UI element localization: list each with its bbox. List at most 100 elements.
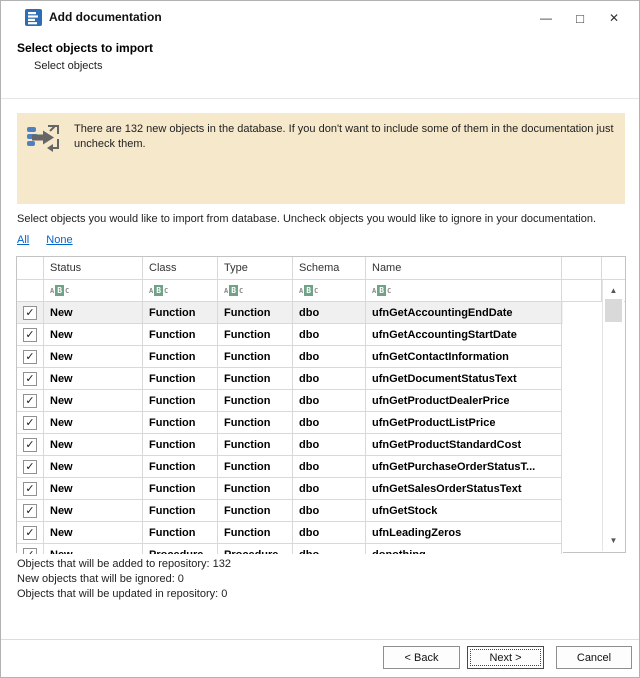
table-header-row: Status Class Type Schema Name (17, 257, 625, 280)
select-all-link[interactable]: All (17, 234, 29, 246)
row-type: Function (218, 302, 293, 324)
row-checkbox-cell: ✓ (17, 500, 44, 522)
next-button[interactable]: Next > (467, 646, 544, 669)
summary-ignored: New objects that will be ignored: 0 (17, 573, 184, 585)
row-type: Function (218, 522, 293, 544)
row-checkbox[interactable]: ✓ (23, 305, 37, 320)
row-checkbox-cell: ✓ (17, 456, 44, 478)
row-schema: dbo (293, 456, 366, 478)
table-row[interactable]: ✓ New Function Function dbo ufnGetProductDeal… (17, 390, 563, 412)
row-checkbox[interactable]: ✓ (23, 437, 37, 452)
row-class: Function (143, 500, 218, 522)
table-filter-row: ABC ABC ABC ABC ABC (17, 280, 625, 302)
table-row[interactable]: ✓ New Function Function dbo ufnGetAccountingS… (17, 324, 563, 346)
filter-schema[interactable]: ABC (293, 280, 366, 302)
row-checkbox[interactable]: ✓ (23, 503, 37, 518)
row-type: Function (218, 478, 293, 500)
close-button-icon[interactable]: ✕ (597, 7, 631, 29)
row-type: Procedure (218, 544, 293, 554)
row-name: ufnGetStock (366, 500, 562, 522)
filter-status[interactable]: ABC (44, 280, 143, 302)
row-name: ufnGetPurchaseOrderStatusT... (366, 456, 562, 478)
row-checkbox[interactable]: ✓ (23, 349, 37, 364)
row-class: Function (143, 456, 218, 478)
table-row[interactable]: ✓ New Function Function dbo ufnLeadingZeros (17, 522, 563, 544)
table-row[interactable]: ✓ New Function Function dbo ufnGetProductList… (17, 412, 563, 434)
row-checkbox[interactable]: ✓ (23, 415, 37, 430)
summary-block: Objects that will be added to repository… (17, 557, 231, 602)
row-name: ufnGetAccountingStartDate (366, 324, 562, 346)
row-checkbox[interactable]: ✓ (23, 393, 37, 408)
table-row[interactable]: ✓ New Function Function dbo ufnGetContactInfo… (17, 346, 563, 368)
column-header-name[interactable]: Name (366, 257, 562, 280)
row-checkbox-cell: ✓ (17, 522, 44, 544)
row-schema: dbo (293, 412, 366, 434)
table-row[interactable]: ✓NewProcedureProceduredbodonothing (17, 544, 563, 554)
row-type: Function (218, 390, 293, 412)
row-checkbox[interactable]: ✓ (23, 371, 37, 386)
row-schema: dbo (293, 500, 366, 522)
row-checkbox[interactable]: ✓ (23, 481, 37, 496)
scroll-up-icon[interactable]: ▲ (603, 286, 624, 295)
row-name: ufnGetContactInformation (366, 346, 562, 368)
info-banner: There are 132 new objects in the databas… (17, 113, 625, 204)
column-header-class[interactable]: Class (143, 257, 218, 280)
summary-updated: Objects that will be updated in reposito… (17, 588, 228, 600)
row-checkbox[interactable]: ✓ (23, 327, 37, 342)
row-type: Function (218, 368, 293, 390)
objects-table: Status Class Type Schema Name ABC ABC AB… (16, 256, 626, 554)
row-schema: dbo (293, 390, 366, 412)
column-header-filler (562, 257, 602, 280)
row-status: New (44, 368, 143, 390)
row-schema: dbo (293, 324, 366, 346)
header-checkbox-column[interactable] (17, 257, 44, 280)
row-type: Function (218, 346, 293, 368)
row-checkbox[interactable]: ✓ (23, 459, 37, 474)
row-type: Function (218, 324, 293, 346)
filter-class[interactable]: ABC (143, 280, 218, 302)
row-class: Procedure (143, 544, 218, 554)
filter-name[interactable]: ABC (366, 280, 562, 302)
column-header-schema[interactable]: Schema (293, 257, 366, 280)
abc-filter-icon: ABC (50, 285, 70, 296)
table-row[interactable]: ✓ New Function Function dbo ufnGetProductStan… (17, 434, 563, 456)
row-name: ufnGetProductListPrice (366, 412, 562, 434)
vertical-scrollbar[interactable]: ▲ ▼ (602, 280, 624, 551)
row-class: Function (143, 478, 218, 500)
summary-added: Objects that will be added to repository… (17, 558, 232, 570)
filter-type[interactable]: ABC (218, 280, 293, 302)
add-documentation-dialog: Add documentation — □ ✕ Select objects t… (0, 0, 640, 678)
abc-filter-icon: ABC (224, 285, 244, 296)
back-button[interactable]: < Back (383, 646, 460, 669)
row-class: Function (143, 434, 218, 456)
scroll-down-icon[interactable]: ▼ (603, 536, 624, 545)
table-row[interactable]: ✓ New Function Function dbo ufnGetStock (17, 500, 563, 522)
column-header-status[interactable]: Status (44, 257, 143, 280)
column-header-corner (602, 257, 625, 280)
minimize-button-icon[interactable]: — (529, 7, 563, 29)
page-subtitle: Select objects (34, 60, 103, 72)
scrollbar-thumb[interactable] (605, 299, 622, 322)
column-header-type[interactable]: Type (218, 257, 293, 280)
row-name: donothing (366, 544, 562, 554)
table-row[interactable]: ✓ New Function Function dbo ufnGetSalesOrderS… (17, 478, 563, 500)
table-row[interactable]: ✓ New Function Function dbo ufnGetDocumentSta… (17, 368, 563, 390)
table-row[interactable]: ✓ New Function Function dbo ufnGetAccountingE… (17, 302, 563, 324)
row-name: ufnGetDocumentStatusText (366, 368, 562, 390)
maximize-button-icon[interactable]: □ (563, 7, 597, 29)
select-none-link[interactable]: None (46, 234, 72, 246)
table-row[interactable]: ✓ New Function Function dbo ufnGetPurchaseOrd… (17, 456, 563, 478)
window-controls: — □ ✕ (529, 7, 631, 29)
cancel-button[interactable]: Cancel (556, 646, 632, 669)
row-class: Function (143, 390, 218, 412)
row-class: Function (143, 302, 218, 324)
row-checkbox[interactable]: ✓ (23, 547, 37, 554)
row-type: Function (218, 434, 293, 456)
row-status: New (44, 456, 143, 478)
row-checkbox[interactable]: ✓ (23, 525, 37, 540)
row-checkbox-cell: ✓ (17, 324, 44, 346)
row-status: New (44, 434, 143, 456)
row-checkbox-cell: ✓ (17, 346, 44, 368)
row-name: ufnGetSalesOrderStatusText (366, 478, 562, 500)
row-schema: dbo (293, 544, 366, 554)
